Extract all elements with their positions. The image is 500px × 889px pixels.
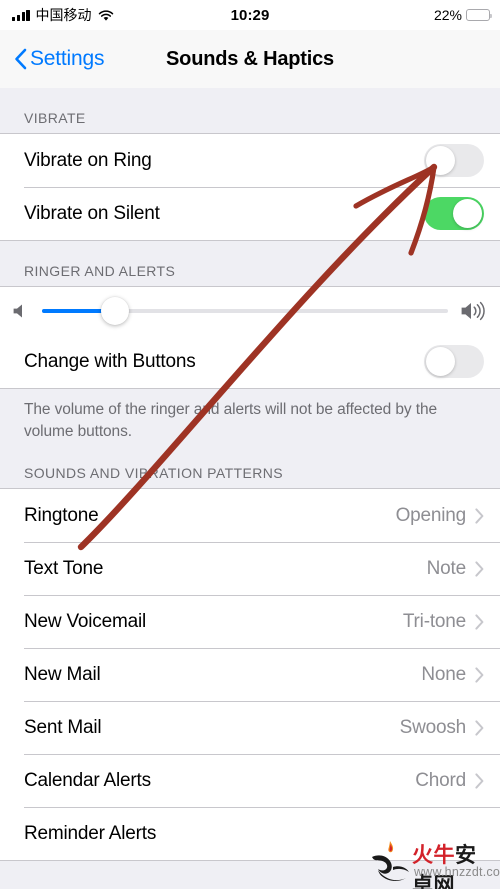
row-label: New Mail (24, 663, 101, 685)
back-button[interactable]: Settings (14, 47, 104, 71)
navigation-bar: Settings Sounds & Haptics (0, 30, 500, 89)
section-header-sounds-and-vibration-patterns: SOUNDS AND VIBRATION PATTERNS (24, 465, 283, 481)
row-new-mail[interactable]: New Mail None (0, 648, 500, 701)
chevron-right-icon (475, 666, 484, 683)
section-header-ringer-and-alerts: RINGER AND ALERTS (24, 263, 176, 279)
row-text-tone[interactable]: Text Tone Note (0, 542, 500, 595)
row-value: None (421, 663, 466, 685)
row-accessory: Note (427, 558, 484, 580)
change-with-buttons-switch[interactable] (424, 345, 484, 378)
ringer-volume-row[interactable] (0, 287, 500, 335)
row-label: Text Tone (24, 557, 104, 579)
vibrate-on-ring-switch[interactable] (424, 144, 484, 177)
row-accessory: Chord (415, 770, 484, 792)
speaker-high-icon (460, 301, 490, 321)
chevron-right-icon (475, 719, 484, 736)
row-value: Chord (415, 769, 466, 791)
row-accessory (424, 197, 484, 230)
row-change-with-buttons[interactable]: Change with Buttons (0, 335, 500, 388)
row-accessory: Tri-tone (403, 611, 484, 633)
chevron-right-icon (475, 507, 484, 524)
row-label: Sent Mail (24, 716, 102, 738)
clock-label: 10:29 (230, 6, 270, 24)
watermark-text: 火牛安卓网 (412, 843, 477, 889)
row-accessory (424, 345, 484, 378)
settings-list[interactable]: VIBRATE Vibrate on Ring Vibrate on Silen… (0, 88, 500, 889)
chevron-right-icon (475, 772, 484, 789)
volume-slider-knob[interactable] (101, 297, 130, 325)
section-group-vibrate: Vibrate on Ring Vibrate on Silent (0, 133, 500, 241)
row-new-voicemail[interactable]: New Voicemail Tri-tone (0, 595, 500, 648)
row-accessory: None (421, 664, 484, 686)
status-bar: 中国移动 10:29 22% (0, 0, 500, 30)
row-accessory: Swoosh (400, 717, 484, 739)
battery-icon (466, 9, 493, 21)
row-label: Vibrate on Ring (24, 149, 152, 171)
row-vibrate-on-silent[interactable]: Vibrate on Silent (0, 187, 500, 240)
vibrate-on-silent-switch[interactable] (424, 197, 484, 230)
volume-slider-track[interactable] (42, 297, 448, 325)
row-value: Opening (395, 504, 467, 526)
speaker-low-icon (12, 303, 30, 319)
row-vibrate-on-ring[interactable]: Vibrate on Ring (0, 134, 500, 187)
section-group-sounds: Ringtone Opening Text Tone Note New Voic… (0, 488, 500, 861)
back-button-label: Settings (30, 47, 105, 70)
section-group-ringer: Change with Buttons (0, 286, 500, 389)
row-calendar-alerts[interactable]: Calendar Alerts Chord (0, 754, 500, 807)
row-label: Ringtone (24, 504, 99, 526)
chevron-right-icon (475, 613, 484, 630)
row-label: Reminder Alerts (24, 822, 157, 844)
row-label: Calendar Alerts (24, 769, 151, 791)
row-accessory (424, 144, 484, 177)
chevron-left-icon (14, 48, 27, 70)
row-label: New Voicemail (24, 610, 147, 632)
row-value: Tri-tone (402, 610, 466, 632)
battery-percent-label: 22% (433, 7, 462, 23)
row-value: Swoosh (399, 716, 467, 738)
ringer-footnote: The volume of the ringer and alerts will… (24, 401, 438, 440)
row-accessory: Opening (396, 505, 484, 527)
section-header-vibrate: VIBRATE (24, 110, 86, 126)
iphone-settings-screen: 中国移动 10:29 22% Settings Sounds & Haptics… (0, 0, 500, 889)
row-ringtone[interactable]: Ringtone Opening (0, 489, 500, 542)
watermark-url: www.hnzzdt.com (414, 865, 500, 879)
row-value: Note (426, 557, 467, 579)
site-watermark: 火牛安卓网 www.hnzzdt.com (366, 837, 500, 889)
row-sent-mail[interactable]: Sent Mail Swoosh (0, 701, 500, 754)
status-bar-right: 22% (433, 0, 493, 30)
row-label: Change with Buttons (24, 350, 196, 372)
row-label: Vibrate on Silent (24, 202, 160, 224)
bull-flame-logo-icon (372, 841, 409, 881)
chevron-right-icon (475, 560, 484, 577)
status-bar-center: 10:29 (0, 0, 500, 30)
